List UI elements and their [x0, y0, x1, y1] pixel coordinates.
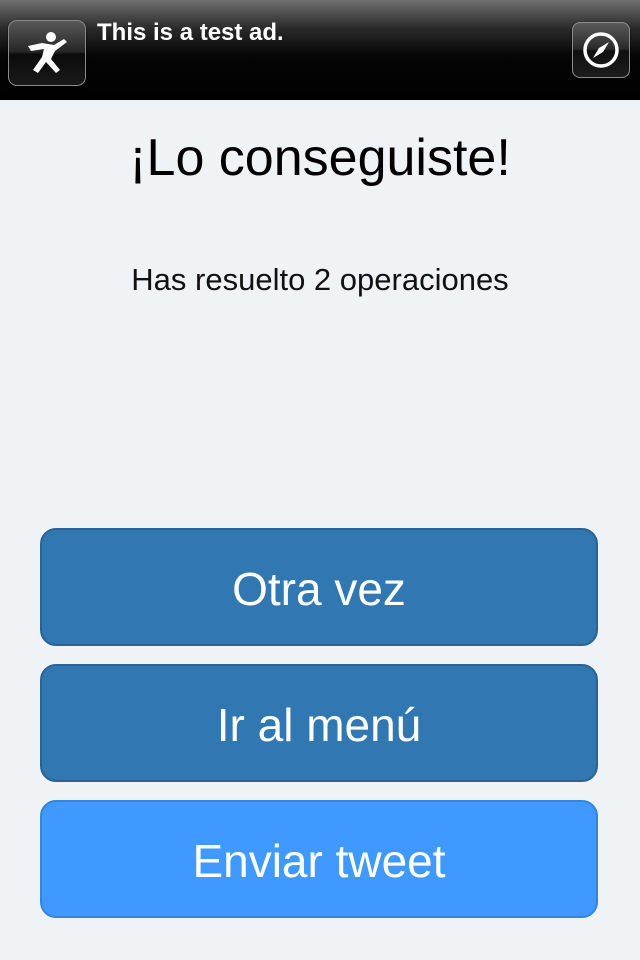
- go-to-menu-button[interactable]: Ir al menú: [40, 664, 598, 782]
- try-again-button[interactable]: Otra vez: [40, 528, 598, 646]
- page-title: ¡Lo conseguiste!: [129, 129, 511, 187]
- ad-banner[interactable]: This is a test ad.: [0, 0, 640, 100]
- result-message: Has resuelto 2 operaciones: [131, 262, 509, 297]
- send-tweet-button[interactable]: Enviar tweet: [40, 800, 598, 918]
- compass-icon: [583, 32, 619, 68]
- ad-logo[interactable]: [8, 20, 86, 86]
- ad-action-button[interactable]: [572, 22, 630, 78]
- ad-text[interactable]: This is a test ad.: [97, 19, 284, 47]
- running-figure-icon: [28, 32, 67, 73]
